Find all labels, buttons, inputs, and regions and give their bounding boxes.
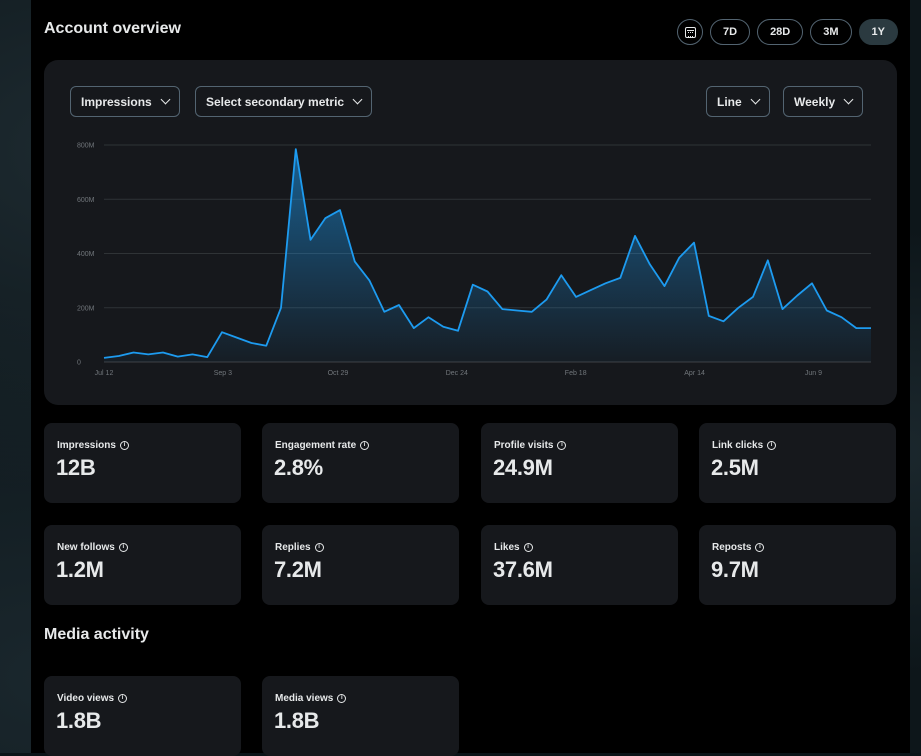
stat-value: 9.7M: [711, 557, 759, 583]
info-icon[interactable]: i: [119, 543, 128, 552]
stat-label: Video views: [57, 693, 114, 704]
y-tick-label: 400M: [77, 251, 95, 258]
info-icon[interactable]: i: [524, 543, 533, 552]
date-range-selector: 7D 28D 3M 1Y: [677, 19, 898, 45]
info-icon[interactable]: i: [557, 441, 566, 450]
chart-card: Impressions Select secondary metric Line…: [44, 60, 897, 405]
media-activity-title: Media activity: [44, 626, 149, 644]
stat-value: 37.6M: [493, 557, 553, 583]
stat-label: New follows: [57, 542, 115, 553]
info-icon[interactable]: i: [118, 694, 127, 703]
stat-label: Reposts: [712, 542, 751, 553]
analytics-panel: Account overview 7D 28D 3M 1Y Impression…: [31, 0, 910, 753]
info-icon[interactable]: i: [360, 441, 369, 450]
stat-value: 1.8B: [274, 708, 319, 734]
stat-card-likes[interactable]: Likesi 37.6M: [481, 525, 678, 605]
y-tick-label: 0: [77, 360, 81, 367]
x-tick-label: Dec 24: [446, 370, 468, 377]
range-3m-button[interactable]: 3M: [810, 19, 851, 45]
stat-label: Impressions: [57, 440, 116, 451]
x-tick-label: Jun 9: [805, 370, 822, 377]
y-tick-label: 800M: [77, 143, 95, 150]
info-icon[interactable]: i: [315, 543, 324, 552]
stat-value: 2.8%: [274, 455, 323, 481]
y-tick-label: 200M: [77, 305, 95, 312]
x-tick-label: Jul 12: [95, 370, 114, 377]
range-28d-button[interactable]: 28D: [757, 19, 803, 45]
stat-label: Engagement rate: [275, 440, 356, 451]
range-7d-button[interactable]: 7D: [710, 19, 750, 45]
stat-value: 12B: [56, 455, 95, 481]
info-icon[interactable]: i: [755, 543, 764, 552]
impressions-chart: 0 200M 400M 600M 800M Jul 12 Sep 3 Oct 29 Dec 24…: [44, 60, 897, 405]
x-tick-label: Feb 18: [565, 370, 587, 377]
stat-card-engagement-rate[interactable]: Engagement rate i 2.8%: [262, 423, 459, 503]
stat-card-reposts[interactable]: Reposts i 9.7M: [699, 525, 896, 605]
stat-label: Media views: [275, 693, 333, 704]
stat-value: 2.5M: [711, 455, 759, 481]
x-tick-label: Oct 29: [328, 370, 349, 377]
info-icon[interactable]: i: [120, 441, 129, 450]
stat-label: Likes: [494, 542, 520, 553]
info-icon[interactable]: i: [337, 694, 346, 703]
stat-value: 1.8B: [56, 708, 101, 734]
stat-card-impressions[interactable]: Impressions i 12B: [44, 423, 241, 503]
stat-card-video-views[interactable]: Video views i 1.8B: [44, 676, 241, 756]
stat-label: Link clicks: [712, 440, 763, 451]
stat-card-profile-visits[interactable]: Profile visits i 24.9M: [481, 423, 678, 503]
range-1y-button[interactable]: 1Y: [859, 19, 898, 45]
info-icon[interactable]: i: [767, 441, 776, 450]
series-area: [104, 149, 871, 362]
stat-value: 7.2M: [274, 557, 322, 583]
stat-card-new-follows[interactable]: New follows i 1.2M: [44, 525, 241, 605]
stat-value: 24.9M: [493, 455, 553, 481]
x-tick-label: Sep 3: [214, 370, 232, 377]
stat-card-media-views[interactable]: Media views i 1.8B: [262, 676, 459, 756]
stat-value: 1.2M: [56, 557, 104, 583]
stat-card-replies[interactable]: Replies i 7.2M: [262, 525, 459, 605]
calendar-icon: [685, 27, 696, 38]
y-tick-label: 600M: [77, 197, 95, 204]
stat-label: Replies: [275, 542, 311, 553]
stat-label: Profile visits: [494, 440, 553, 451]
stat-card-link-clicks[interactable]: Link clicks i 2.5M: [699, 423, 896, 503]
calendar-button[interactable]: [677, 19, 703, 45]
page-title: Account overview: [44, 20, 181, 38]
x-tick-label: Apr 14: [684, 370, 705, 377]
